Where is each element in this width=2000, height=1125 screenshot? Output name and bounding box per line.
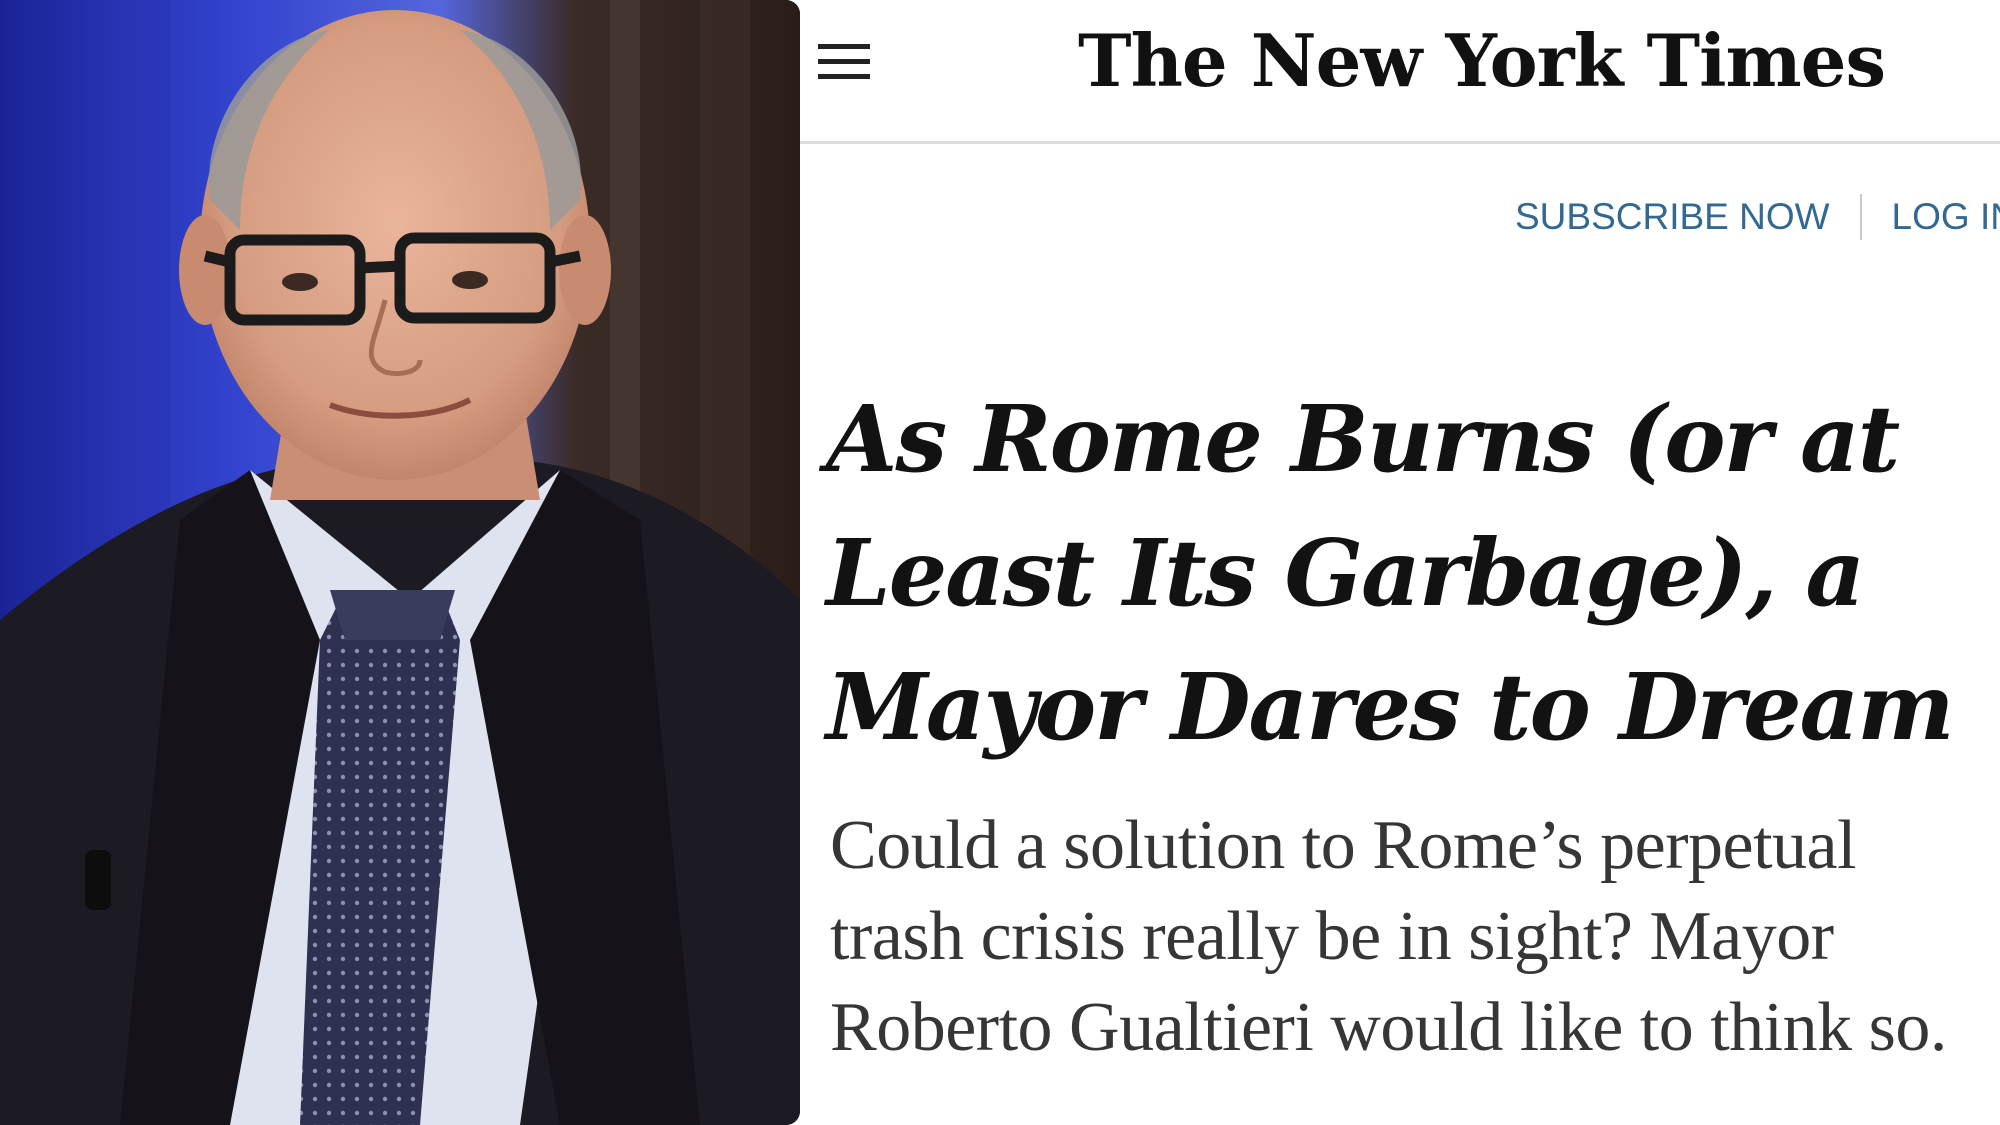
link-separator [1859, 194, 1862, 240]
screenshot-collage: The New York Times SUBSCRIBE NOW LOG IN … [0, 0, 2000, 1125]
account-bar: SUBSCRIBE NOW LOG IN [1515, 192, 2000, 242]
article-panel: The New York Times SUBSCRIBE NOW LOG IN … [800, 0, 2000, 1125]
article-summary: Could a solution to Rome’s perpetual tra… [830, 807, 1947, 1066]
portrait-photo [0, 0, 800, 1125]
subscribe-now-link[interactable]: SUBSCRIBE NOW [1515, 196, 1830, 238]
log-in-link[interactable]: LOG IN [1892, 196, 2000, 238]
portrait-illustration [0, 0, 800, 1125]
masthead-logo[interactable]: The New York Times [800, 18, 2000, 103]
article-headline[interactable]: As Rome Burns (or at Least Its Garbage),… [826, 372, 1976, 774]
masthead-divider [800, 141, 2000, 144]
